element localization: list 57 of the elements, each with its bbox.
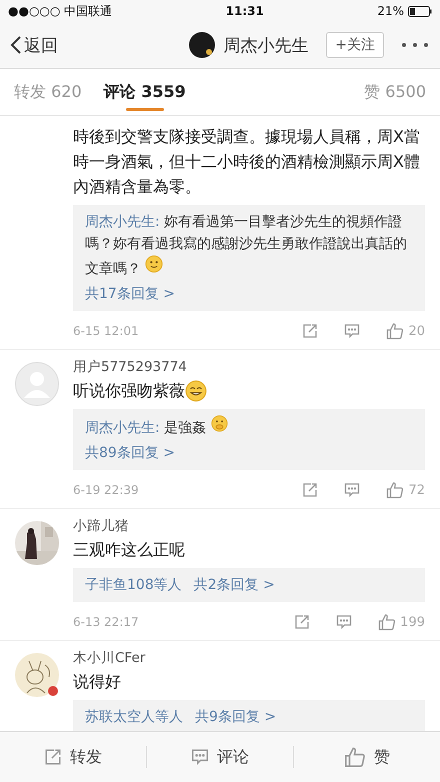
back-link[interactable]: 返回 xyxy=(10,34,58,56)
follow-button[interactable]: +关注 xyxy=(326,32,384,58)
share-icon xyxy=(44,748,62,766)
thumbs-up-icon xyxy=(344,746,366,768)
commenter-name[interactable]: 木小川CFer xyxy=(73,649,425,667)
reply-button[interactable] xyxy=(336,614,352,630)
comment-time: 6-15 12:01 xyxy=(73,324,139,338)
reply-button[interactable] xyxy=(344,482,360,498)
comment-icon xyxy=(344,482,360,498)
commenter-name[interactable]: 用户5775293774 xyxy=(73,358,425,376)
comment-time: 6-19 22:39 xyxy=(73,483,139,497)
thumbs-up-icon xyxy=(386,322,404,340)
reply-button[interactable] xyxy=(344,323,360,339)
reply-text: 周杰小先生: 妳有看過第一目擊者沙先生的視頻作證嗎？妳有看過我寫的感謝沙先生勇敢作證說出真話的文章嗎？ xyxy=(85,213,408,279)
replies-link[interactable]: 共17条回复 > xyxy=(85,286,175,302)
action-button[interactable]: 赞 xyxy=(293,746,440,768)
thumbs-up-icon xyxy=(386,481,404,499)
comment-icon xyxy=(191,748,209,766)
user-link[interactable]: 苏联太空人等人 xyxy=(85,706,183,728)
share-button[interactable] xyxy=(302,323,318,339)
comment-text: 三观咋这么正呢 xyxy=(73,539,185,561)
tab[interactable]: 评论 3559 xyxy=(104,69,186,115)
comment-time: 6-13 22:17 xyxy=(73,615,139,629)
avatar xyxy=(189,32,216,58)
like-button[interactable]: 20 xyxy=(386,322,425,340)
comment-icon xyxy=(344,323,360,339)
clock-text: 11:31 xyxy=(226,4,264,18)
tab[interactable]: 赞 6500 xyxy=(364,69,426,115)
chevron-left-icon xyxy=(10,35,22,55)
more-icon[interactable] xyxy=(400,42,430,48)
battery-icon xyxy=(408,6,432,16)
like-button[interactable]: 72 xyxy=(386,481,425,499)
tab[interactable]: 转发 620 xyxy=(14,69,82,115)
comment-text: 说得好 xyxy=(73,671,121,693)
carrier-text: ●●○○○ 中国联通 xyxy=(8,2,112,20)
comment-text: 听说你强吻紫薇 xyxy=(73,380,185,402)
like-button[interactable]: 199 xyxy=(378,613,425,631)
share-icon xyxy=(294,614,310,630)
replies-link[interactable]: 共2条回复 > xyxy=(194,574,275,596)
share-button[interactable] xyxy=(302,482,318,498)
comment-text: 時後到交警支隊接受調查。據現場人員稱，周X當時一身酒氣，但十二小時後的酒精檢測顯示周X體內酒精含量為零。 xyxy=(73,126,421,198)
replies-link[interactable]: 共89条回复 > xyxy=(85,445,175,461)
user-name: 周杰小先生 xyxy=(223,34,308,56)
commenter-name[interactable]: 小蹄儿猪 xyxy=(73,517,425,535)
action-button[interactable]: 评论 xyxy=(146,746,293,768)
replies-link[interactable]: 共9条回复 > xyxy=(195,706,276,728)
reply-text: 周杰小先生: 是強姦 xyxy=(85,415,413,439)
share-button[interactable] xyxy=(294,614,310,630)
share-icon xyxy=(302,323,318,339)
user-link[interactable]: 周杰小先生: xyxy=(85,214,160,230)
user-link[interactable]: 子非鱼108等人 xyxy=(85,574,182,596)
battery-text: 21% xyxy=(377,4,404,18)
share-icon xyxy=(302,482,318,498)
thumbs-up-icon xyxy=(378,613,396,631)
comment-icon xyxy=(336,614,352,630)
user-link[interactable]: 周杰小先生: xyxy=(85,420,160,436)
action-button[interactable]: 转发 xyxy=(0,746,146,768)
